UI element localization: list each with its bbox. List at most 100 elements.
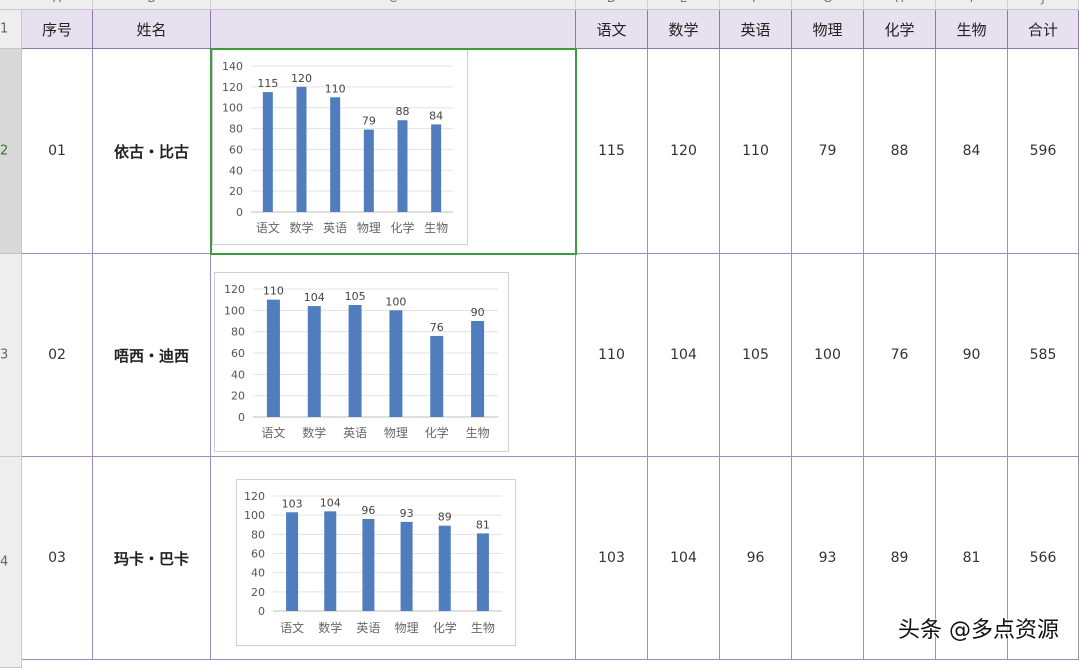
score-chart-3[interactable]: 0 20 40 60 80 100 120 103 语文 104 数学 96 英语 93 物理 89 化学 81 生… [236,479,516,646]
header-total[interactable]: 合计 [1008,10,1079,49]
cell-score-math[interactable]: 120 [648,49,720,254]
cell-index[interactable]: 02 [22,254,93,457]
cell-score-english[interactable]: 105 [720,254,792,457]
y-tick-label: 40 [231,368,245,381]
column-header-h[interactable]: H [864,0,936,10]
cell-index[interactable]: 03 [22,457,93,660]
data-label: 89 [438,511,452,524]
index-value: 03 [48,550,66,566]
data-label: 79 [362,115,376,128]
category-label: 生物 [424,221,448,235]
column-header-e[interactable]: E [648,0,720,10]
data-label: 104 [320,496,341,509]
score-value: 89 [890,550,909,566]
cell-total[interactable]: 585 [1008,254,1079,457]
bar [476,533,489,611]
category-label: 英语 [323,221,347,235]
column-header-a[interactable]: A [22,0,93,10]
cell-score-math[interactable]: 104 [648,254,720,457]
y-tick-label: 100 [222,102,243,115]
cell-score-physics[interactable]: 93 [792,457,864,660]
cell-score-english[interactable]: 96 [720,457,792,660]
header-chart[interactable] [211,10,576,49]
column-header-b[interactable]: B [93,0,211,10]
bar [397,120,408,212]
column-header-c[interactable]: C [211,0,576,10]
header-math[interactable]: 数学 [648,10,720,49]
score-value: 84 [962,143,981,159]
data-label: 100 [385,295,406,308]
cell-name[interactable]: 玛卡・巴卡 [93,457,211,660]
column-header-d[interactable]: D [576,0,648,10]
y-tick-label: 40 [229,164,243,177]
row-header-2[interactable]: 2 [0,49,22,254]
row-header-1[interactable]: 1 [0,10,22,49]
header-chinese[interactable]: 语文 [576,10,648,49]
cell-name[interactable]: 唔西・迪西 [93,254,211,457]
row-number: 3 [0,347,9,363]
header-chemistry[interactable]: 化学 [864,10,936,49]
cell-score-chemistry[interactable]: 76 [864,254,936,457]
header-english[interactable]: 英语 [720,10,792,49]
row-header-3[interactable]: 3 [0,254,22,457]
score-chart-2[interactable]: 0 20 40 60 80 100 120 110 语文 104 数学 105 英语 100 物理 76 化学 9… [214,272,509,452]
header-label: 物理 [812,20,843,39]
column-header-g[interactable]: G [792,0,864,10]
header-index[interactable]: 序号 [22,10,93,49]
bar-chart-svg: 0 20 40 60 80 100 120 140 115 语文 120 数学 110 英语 79 物理 88 化… [222,60,453,235]
score-value: 93 [818,550,837,566]
cell-score-physics[interactable]: 100 [792,254,864,457]
y-tick-label: 0 [236,206,243,219]
header-biology[interactable]: 生物 [936,10,1008,49]
data-label: 90 [471,306,485,319]
column-header-j[interactable]: J [1008,0,1079,10]
y-tick-label: 0 [258,605,265,618]
next-row-stub [22,660,1079,668]
bar-chart-svg: 0 20 40 60 80 100 120 110 语文 104 数学 105 英语 100 物理 76 化学 9… [224,283,498,440]
column-letter: H [895,0,904,5]
data-label: 88 [396,105,410,118]
score-value: 88 [890,143,909,159]
category-label: 化学 [425,425,449,440]
bar [266,299,280,417]
row-number: 2 [0,143,9,159]
y-tick-label: 100 [224,304,245,317]
cell-score-chinese[interactable]: 115 [576,49,648,254]
y-tick-label: 60 [231,347,245,360]
y-tick-label: 20 [251,586,265,599]
score-value: 90 [962,347,981,363]
row-header-4[interactable]: 4 [0,457,22,668]
y-tick-label: 120 [244,490,265,503]
cell-score-chinese[interactable]: 103 [576,457,648,660]
header-physics[interactable]: 物理 [792,10,864,49]
category-label: 生物 [466,426,490,440]
cell-score-biology[interactable]: 84 [936,49,1008,254]
bar [348,305,362,417]
cell-index[interactable]: 01 [22,49,93,254]
header-label: 数学 [668,20,699,39]
column-header-i[interactable]: I [936,0,1008,10]
cell-score-english[interactable]: 110 [720,49,792,254]
category-label: 数学 [318,620,342,635]
header-label: 姓名 [136,20,167,39]
y-tick-label: 80 [251,528,265,541]
column-letter: A [53,0,61,5]
data-label: 110 [263,285,284,298]
score-chart-1[interactable]: 0 20 40 60 80 100 120 140 115 语文 120 数学 110 英语 79 物理 88 化… [212,49,468,245]
cell-score-physics[interactable]: 79 [792,49,864,254]
column-letter: J [1041,0,1045,5]
score-value: 104 [670,550,697,566]
bar [296,86,307,212]
cell-total[interactable]: 596 [1008,49,1079,254]
column-header-f[interactable]: F [720,0,792,10]
data-label: 84 [429,109,443,122]
cell-score-math[interactable]: 104 [648,457,720,660]
column-letter: E [680,0,688,5]
cell-name[interactable]: 依古・比古 [93,49,211,254]
category-label: 语文 [256,220,280,235]
cell-score-chinese[interactable]: 110 [576,254,648,457]
cell-score-chemistry[interactable]: 88 [864,49,936,254]
cell-score-biology[interactable]: 90 [936,254,1008,457]
header-name[interactable]: 姓名 [93,10,211,49]
data-label: 120 [291,72,312,85]
